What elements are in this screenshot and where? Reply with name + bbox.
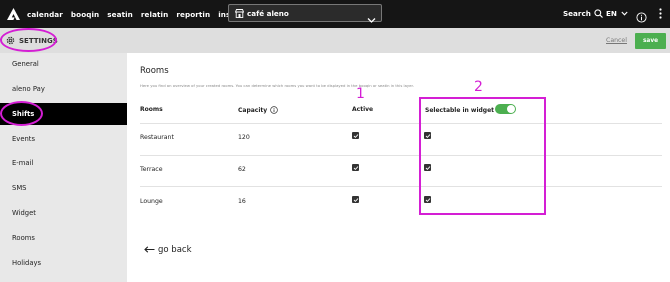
active-checkbox[interactable] (352, 132, 359, 139)
chevron-down-icon (367, 9, 376, 28)
aleno-logo[interactable] (0, 0, 26, 28)
main-nav: calendar booqin seatin relatin reportin … (27, 10, 259, 19)
search-label: Search (563, 9, 591, 18)
annotation-number-2: 2 (474, 79, 483, 95)
column-header-capacity: Capacity (238, 106, 278, 114)
info-icon[interactable] (270, 106, 278, 114)
save-button[interactable]: save (635, 33, 666, 49)
nav-reportin[interactable]: reportin (176, 10, 210, 19)
search-button[interactable]: Search (563, 9, 603, 18)
sidebar-item-aleno-pay[interactable]: aleno Pay (0, 78, 127, 100)
column-header-rooms-label: Rooms (140, 106, 163, 113)
checkmark-icon (353, 165, 358, 170)
row-divider (140, 186, 662, 187)
checkmark-icon (353, 197, 358, 202)
annotation-circle-shifts (0, 101, 43, 126)
language-selector[interactable]: EN (606, 9, 628, 18)
active-checkbox[interactable] (352, 196, 359, 203)
column-header-active: Active (352, 106, 373, 113)
store-icon (231, 8, 247, 18)
cancel-link[interactable]: Cancel (606, 37, 627, 44)
room-name: Restaurant (140, 134, 174, 141)
nav-relatin[interactable]: relatin (141, 10, 168, 19)
row-divider (140, 123, 662, 124)
sidebar-item-general[interactable]: General (0, 53, 127, 75)
nav-seatin[interactable]: seatin (107, 10, 133, 19)
search-icon (594, 9, 603, 18)
sidebar-item-email[interactable]: E-mail (0, 152, 127, 174)
settings-sidebar: General aleno Pay Shifts Events E-mail S… (0, 53, 127, 282)
page-description: Here you find an overview of your create… (140, 83, 414, 88)
page-title: Rooms (140, 66, 169, 76)
sidebar-item-widget[interactable]: Widget (0, 202, 127, 224)
sidebar-item-holidays[interactable]: Holidays (0, 252, 127, 274)
room-capacity: 62 (238, 166, 246, 173)
column-header-capacity-label: Capacity (238, 106, 268, 114)
room-capacity: 16 (238, 198, 246, 205)
annotation-number-1: 1 (356, 86, 365, 102)
sidebar-item-rooms[interactable]: Rooms (0, 227, 127, 249)
language-label: EN (606, 9, 617, 18)
aleno-logo-icon (6, 8, 20, 20)
top-nav: calendar booqin seatin relatin reportin … (0, 0, 670, 28)
venue-name: café aleno (247, 8, 289, 18)
venue-selector[interactable]: café aleno (228, 4, 382, 23)
more-menu-icon[interactable] (659, 8, 662, 22)
arrow-left-icon (144, 246, 155, 254)
nav-calendar[interactable]: calendar (27, 10, 63, 19)
go-back-label: go back (158, 245, 192, 255)
room-name: Terrace (140, 166, 163, 173)
sidebar-item-sms[interactable]: SMS (0, 177, 127, 199)
nav-booqin[interactable]: booqin (71, 10, 99, 19)
chevron-down-icon (621, 11, 628, 16)
annotation-highlight-box (419, 97, 546, 215)
room-name: Lounge (140, 198, 163, 205)
go-back-link[interactable]: go back (144, 245, 192, 255)
column-header-rooms: Rooms (140, 106, 163, 113)
room-capacity: 120 (238, 134, 250, 141)
sidebar-item-events[interactable]: Events (0, 128, 127, 150)
settings-bar: SETTINGS Cancel save (0, 28, 670, 53)
row-divider (140, 155, 662, 156)
column-header-active-label: Active (352, 106, 374, 113)
checkmark-icon (353, 133, 358, 138)
annotation-circle-settings (0, 28, 57, 52)
info-icon[interactable] (636, 8, 647, 27)
active-checkbox[interactable] (352, 164, 359, 171)
